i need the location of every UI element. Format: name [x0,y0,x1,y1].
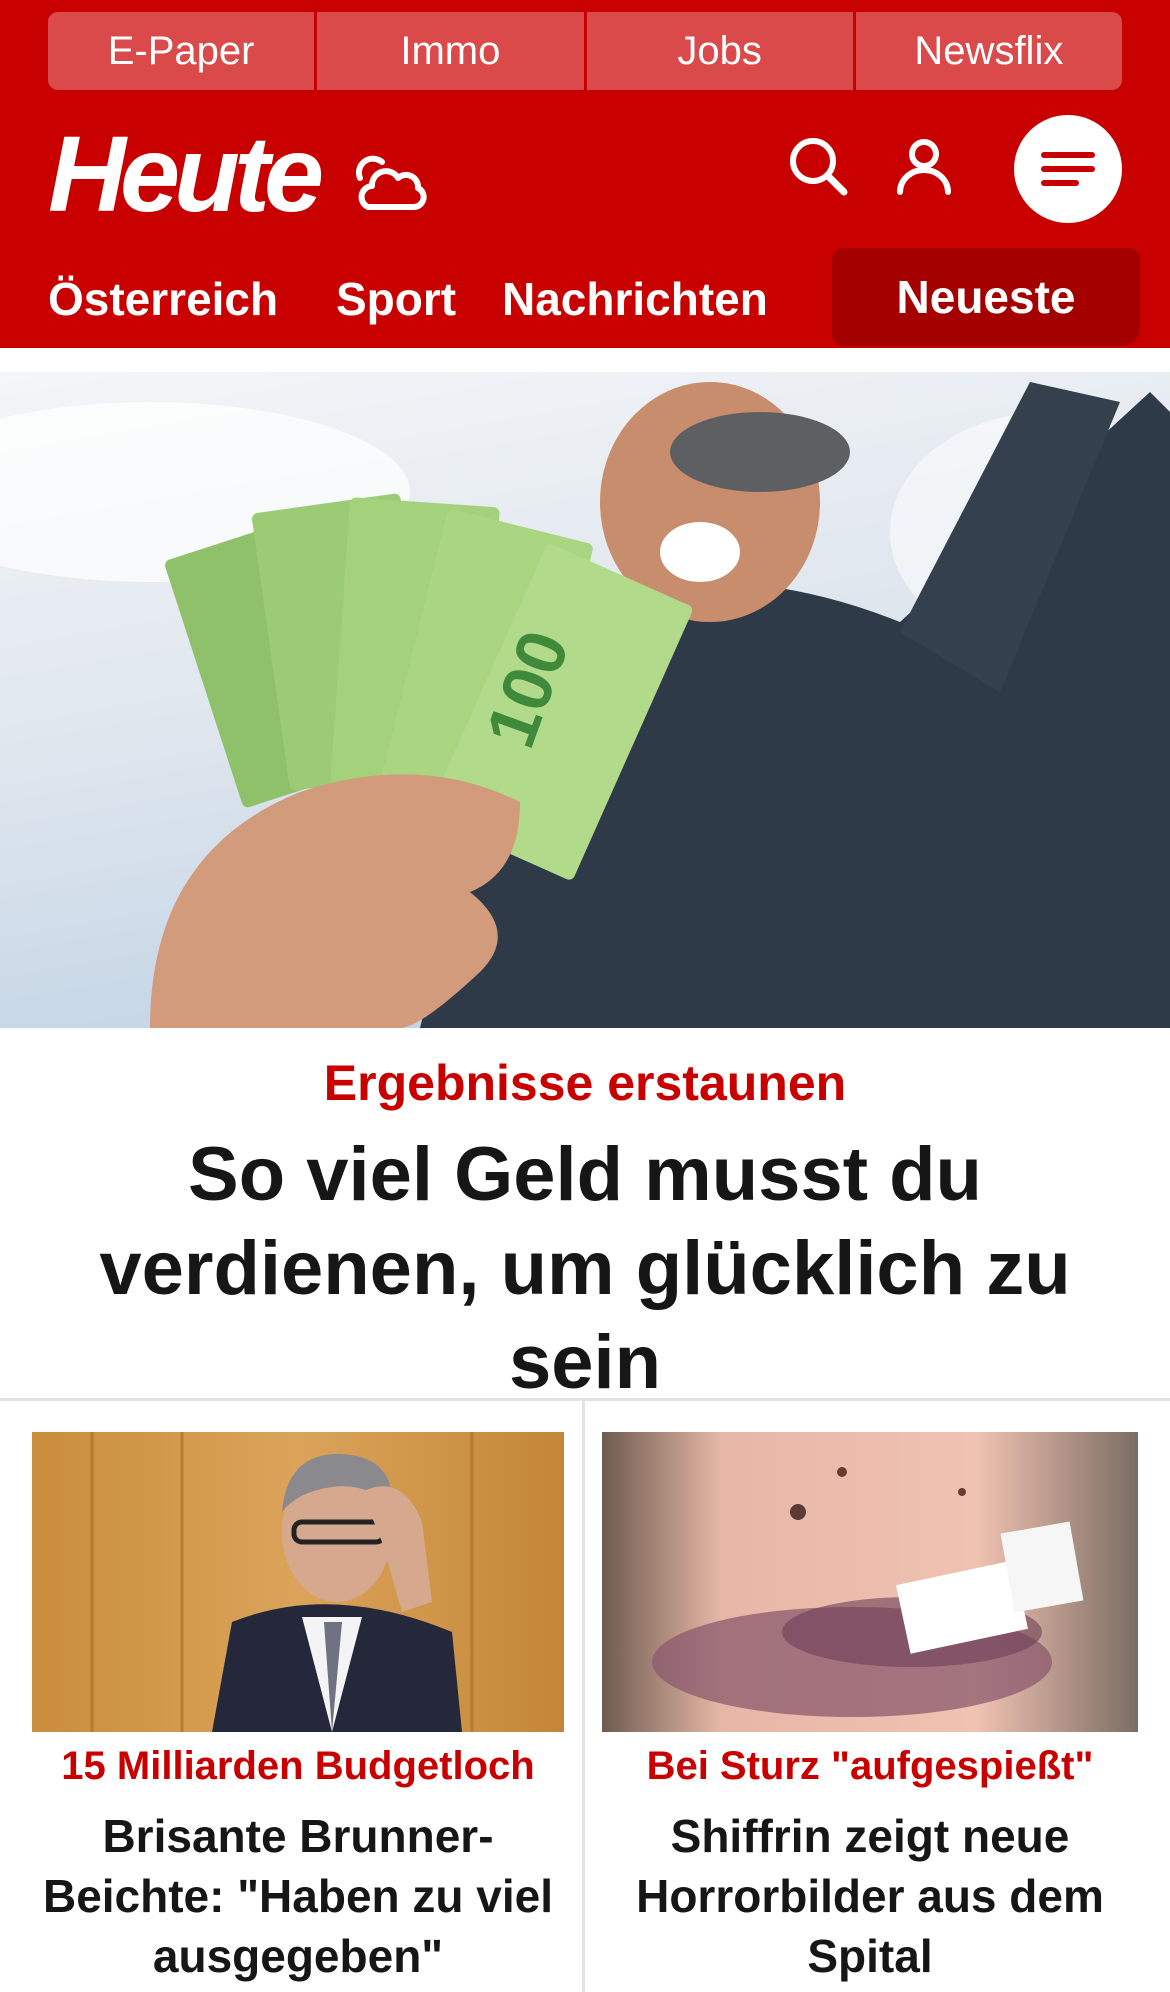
topbar-link-immo[interactable]: Immo [317,12,587,90]
section-divider [0,1398,1170,1401]
column-divider [582,1401,585,1992]
search-icon[interactable] [778,126,858,206]
topbar-link-jobs[interactable]: Jobs [586,12,856,90]
nav-item-nachrichten[interactable]: Nachrichten [502,272,768,326]
teaser-kicker-shiffrin[interactable]: Bei Sturz "aufgespießt" [600,1744,1140,1789]
teaser-headline-shiffrin[interactable]: Shiffrin zeigt neue Horrorbilder aus dem… [600,1806,1140,1986]
top-links-bar: E-Paper Immo Jobs Newsflix [48,12,1122,90]
teaser-image-brunner[interactable] [32,1432,564,1732]
hero-headline[interactable]: So viel Geld musst du verdienen, um glüc… [20,1128,1150,1410]
topbar-link-epaper[interactable]: E-Paper [48,12,318,90]
teaser-kicker-brunner[interactable]: 15 Milliarden Budgetloch [32,1744,564,1789]
menu-button[interactable] [1014,115,1122,223]
teaser-headline-brunner[interactable]: Brisante Brunner-Beichte: "Haben zu viel… [28,1806,568,1986]
cloud-sun-icon[interactable] [346,140,428,222]
menu-icon [1041,152,1095,158]
site-header: E-Paper Immo Jobs Newsflix Heute Österre… [0,0,1170,348]
main-navigation: Österreich Sport Nachrichten Neueste [0,248,1170,348]
user-icon[interactable] [884,126,964,206]
nav-item-sport[interactable]: Sport [336,272,456,326]
site-logo[interactable]: Heute [48,113,324,234]
nav-item-oesterreich[interactable]: Österreich [48,272,278,326]
hero-image[interactable]: 100 [0,372,1170,1028]
nav-item-neueste[interactable]: Neueste [832,248,1140,346]
hero-kicker[interactable]: Ergebnisse erstaunen [0,1054,1170,1112]
topbar-link-newsflix[interactable]: Newsflix [855,12,1122,90]
teaser-image-shiffrin[interactable] [602,1432,1138,1732]
